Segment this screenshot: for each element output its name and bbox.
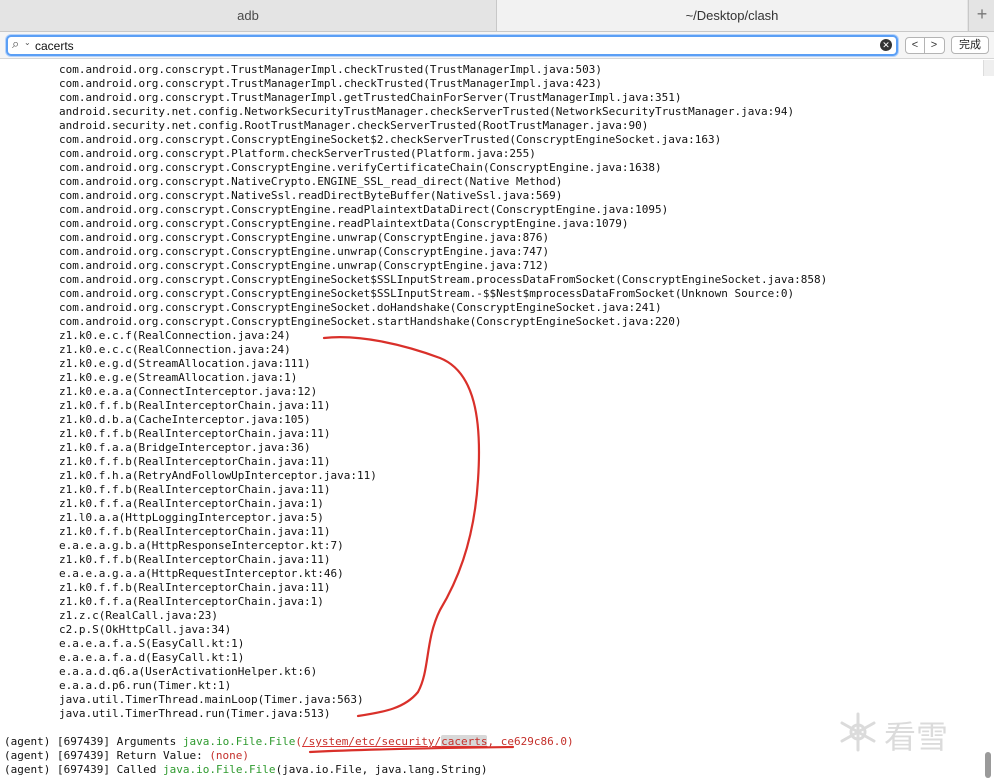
agent-hash: ce629c86.0 [500, 735, 567, 748]
scrollbar-thumb[interactable] [985, 752, 991, 778]
agent-prefix: (agent) [4, 749, 51, 762]
scrollbar-track-top[interactable] [983, 60, 994, 76]
magnifier-icon[interactable]: ⌕ [12, 36, 19, 52]
trace-line: z1.k0.e.g.e(StreamAllocation.java:1) [59, 371, 298, 384]
agent-args: (java.io.File, java.lang.String) [275, 763, 488, 776]
terminal-output[interactable]: com.android.org.conscrypt.TrustManagerIm… [0, 59, 994, 783]
watermark-text: 看雪 [884, 718, 949, 756]
trace-line: e.a.a.d.q6.a(UserActivationHelper.kt:6) [59, 665, 318, 678]
agent-prefix: (agent) [4, 735, 51, 748]
agent-label: Arguments [116, 735, 177, 748]
agent-log-line: (agent) [697439] Called java.io.File.Fil… [4, 763, 574, 777]
trace-line: com.android.org.conscrypt.ConscryptEngin… [59, 259, 550, 272]
trace-line: com.android.org.conscrypt.ConscryptEngin… [59, 203, 669, 216]
trace-line: com.android.org.conscrypt.TrustManagerIm… [59, 77, 603, 90]
agent-path: /system/etc/security/ [302, 735, 442, 748]
agent-call: java.io.File.File [162, 763, 276, 776]
stack-trace: com.android.org.conscrypt.TrustManagerIm… [59, 63, 827, 721]
agent-pid: [697439] [56, 749, 110, 762]
chevron-down-icon[interactable]: ⌄ [24, 38, 31, 47]
trace-line: z1.k0.f.f.b(RealInterceptorChain.java:11… [59, 483, 331, 496]
trace-line: com.android.org.conscrypt.ConscryptEngin… [59, 133, 722, 146]
agent-log-line: (agent) [697439] Arguments java.io.File.… [4, 735, 574, 749]
trace-line: z1.k0.f.a.a(BridgeInterceptor.java:36) [59, 441, 311, 454]
trace-line: java.util.TimerThread.mainLoop(Timer.jav… [59, 693, 364, 706]
search-input[interactable] [35, 37, 855, 54]
trace-line: com.android.org.conscrypt.TrustManagerIm… [59, 91, 682, 104]
trace-line: z1.k0.e.g.d(StreamAllocation.java:111) [59, 357, 311, 370]
trace-line: z1.k0.f.f.b(RealInterceptorChain.java:11… [59, 427, 331, 440]
trace-line: android.security.net.config.NetworkSecur… [59, 105, 795, 118]
tab-bar: adb ~/Desktop/clash + [0, 0, 994, 32]
agent-log-line: (agent) [697439] Return Value: (none) [4, 749, 574, 763]
trace-line: com.android.org.conscrypt.ConscryptEngin… [59, 287, 795, 300]
trace-line: com.android.org.conscrypt.ConscryptEngin… [59, 301, 662, 314]
trace-line: z1.k0.e.c.c(RealConnection.java:24) [59, 343, 291, 356]
trace-line: com.android.org.conscrypt.ConscryptEngin… [59, 231, 550, 244]
agent-log: (agent) [697439] Arguments java.io.File.… [4, 735, 574, 777]
trace-line: com.android.org.conscrypt.ConscryptEngin… [59, 245, 550, 258]
trace-line: java.util.TimerThread.run(Timer.java:513… [59, 707, 331, 720]
trace-line: z1.k0.f.h.a(RetryAndFollowUpInterceptor.… [59, 469, 377, 482]
trace-line: com.android.org.conscrypt.Platform.check… [59, 147, 536, 160]
tab-desktop-clash[interactable]: ~/Desktop/clash [497, 0, 967, 31]
trace-line: e.a.e.a.f.a.S(EasyCall.kt:1) [59, 637, 245, 650]
trace-line: e.a.e.a.g.a.a(HttpRequestInterceptor.kt:… [59, 567, 344, 580]
agent-prefix: (agent) [4, 763, 51, 776]
trace-line: com.android.org.conscrypt.ConscryptEngin… [59, 217, 629, 230]
trace-line: z1.z.c(RealCall.java:23) [59, 609, 218, 622]
agent-label: Return Value: [116, 749, 203, 762]
trace-line: z1.k0.f.f.b(RealInterceptorChain.java:11… [59, 525, 331, 538]
trace-line: z1.k0.d.b.a(CacheInterceptor.java:105) [59, 413, 311, 426]
trace-line: z1.k0.f.f.b(RealInterceptorChain.java:11… [59, 399, 331, 412]
agent-return-value: (none) [209, 749, 250, 762]
trace-line: com.android.org.conscrypt.ConscryptEngin… [59, 315, 682, 328]
clear-icon[interactable]: ✕ [880, 39, 892, 51]
agent-separator: , [487, 735, 501, 748]
trace-line: z1.k0.f.f.a(RealInterceptorChain.java:1) [59, 595, 324, 608]
done-button[interactable]: 完成 [951, 36, 989, 54]
trace-line: z1.l0.a.a(HttpLoggingInterceptor.java:5) [59, 511, 324, 524]
tab-adb[interactable]: adb [0, 0, 497, 31]
trace-line: c2.p.S(OkHttpCall.java:34) [59, 623, 232, 636]
trace-line: e.a.a.d.p6.run(Timer.kt:1) [59, 679, 232, 692]
agent-pid: [697439] [56, 735, 110, 748]
watermark: 看雪 [836, 708, 976, 758]
trace-line: z1.k0.f.f.b(RealInterceptorChain.java:11… [59, 455, 331, 468]
snowflake-logo-icon [840, 712, 876, 752]
agent-call: java.io.File.File [182, 735, 296, 748]
trace-line: z1.k0.e.c.f(RealConnection.java:24) [59, 329, 291, 342]
find-bar: ⌕ ⌄ ✕ < > 完成 [0, 32, 994, 59]
trace-line: e.a.e.a.g.b.a(HttpResponseInterceptor.kt… [59, 539, 344, 552]
agent-paren-close: ) [566, 735, 574, 748]
find-navigation: < > [905, 37, 945, 54]
trace-line: com.android.org.conscrypt.ConscryptEngin… [59, 161, 662, 174]
trace-line: e.a.e.a.f.a.d(EasyCall.kt:1) [59, 651, 245, 664]
agent-pid: [697439] [56, 763, 110, 776]
trace-line: com.android.org.conscrypt.NativeSsl.read… [59, 189, 563, 202]
trace-line: com.android.org.conscrypt.TrustManagerIm… [59, 63, 603, 76]
trace-line: z1.k0.f.f.a(RealInterceptorChain.java:1) [59, 497, 324, 510]
find-previous-button[interactable]: < [906, 38, 925, 53]
trace-line: com.android.org.conscrypt.NativeCrypto.E… [59, 175, 563, 188]
agent-label: Called [116, 763, 157, 776]
trace-line: z1.k0.e.a.a(ConnectInterceptor.java:12) [59, 385, 318, 398]
new-tab-button[interactable]: + [968, 0, 994, 31]
trace-line: z1.k0.f.f.b(RealInterceptorChain.java:11… [59, 553, 331, 566]
trace-line: z1.k0.f.f.b(RealInterceptorChain.java:11… [59, 581, 331, 594]
trace-line: com.android.org.conscrypt.ConscryptEngin… [59, 273, 828, 286]
find-next-button[interactable]: > [925, 38, 943, 53]
search-field[interactable]: ⌕ ⌄ ✕ [6, 35, 898, 56]
search-match: cacerts [441, 735, 488, 748]
trace-line: android.security.net.config.RootTrustMan… [59, 119, 649, 132]
